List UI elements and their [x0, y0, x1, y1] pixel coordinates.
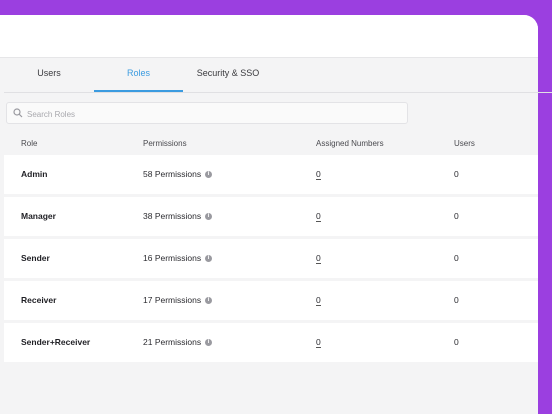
- table-row[interactable]: Manager 38 Permissions i 0 0: [4, 197, 538, 236]
- table-row[interactable]: Receiver 17 Permissions i 0 0: [4, 281, 538, 320]
- permissions-count: 17 Permissions: [143, 295, 202, 305]
- permissions-cell: 21 Permissions i: [143, 323, 213, 362]
- search-box: [6, 102, 408, 125]
- assigned-numbers-cell: 0: [316, 239, 321, 278]
- assigned-numbers-cell: 0: [316, 155, 321, 194]
- search-roles-input[interactable]: [25, 103, 399, 125]
- tab-users[interactable]: Users: [4, 57, 94, 90]
- role-name: Receiver: [21, 295, 57, 305]
- top-bar: [0, 15, 538, 58]
- table-row[interactable]: Sender+Receiver 21 Permissions i 0 0: [4, 323, 538, 362]
- column-header-role: Role: [21, 139, 38, 148]
- permissions-count: 58 Permissions: [143, 169, 202, 179]
- info-icon[interactable]: i: [205, 255, 213, 263]
- info-icon[interactable]: i: [205, 171, 213, 179]
- tab-security-sso[interactable]: Security & SSO: [183, 57, 273, 90]
- assigned-numbers-link[interactable]: 0: [316, 169, 321, 180]
- column-header-assigned-numbers: Assigned Numbers: [316, 139, 384, 148]
- assigned-numbers-link[interactable]: 0: [316, 295, 321, 306]
- tab-bar: Users Roles Security & SSO: [4, 57, 552, 93]
- users-count: 0: [454, 169, 459, 179]
- permissions-cell: 58 Permissions i: [143, 155, 213, 194]
- permissions-count: 38 Permissions: [143, 211, 202, 221]
- users-count: 0: [454, 295, 459, 305]
- role-name: Sender+Receiver: [21, 337, 91, 347]
- table-row[interactable]: Sender 16 Permissions i 0 0: [4, 239, 538, 278]
- permissions-cell: 16 Permissions i: [143, 239, 213, 278]
- role-name: Manager: [21, 211, 56, 221]
- permissions-count: 16 Permissions: [143, 253, 202, 263]
- table-header: Role Permissions Assigned Numbers Users: [0, 133, 538, 155]
- users-count: 0: [454, 211, 459, 221]
- column-header-permissions: Permissions: [143, 139, 187, 148]
- tab-roles[interactable]: Roles: [94, 57, 183, 92]
- info-icon[interactable]: i: [205, 339, 213, 347]
- info-icon[interactable]: i: [205, 213, 213, 221]
- assigned-numbers-cell: 0: [316, 197, 321, 236]
- permissions-count: 21 Permissions: [143, 337, 202, 347]
- info-icon[interactable]: i: [205, 297, 213, 305]
- permissions-cell: 38 Permissions i: [143, 197, 213, 236]
- assigned-numbers-cell: 0: [316, 281, 321, 320]
- assigned-numbers-cell: 0: [316, 323, 321, 362]
- users-count: 0: [454, 253, 459, 263]
- role-name: Admin: [21, 169, 48, 179]
- permissions-cell: 17 Permissions i: [143, 281, 213, 320]
- search-icon: [13, 108, 23, 118]
- assigned-numbers-link[interactable]: 0: [316, 253, 321, 264]
- assigned-numbers-link[interactable]: 0: [316, 211, 321, 222]
- assigned-numbers-link[interactable]: 0: [316, 337, 321, 348]
- table-row[interactable]: Admin 58 Permissions i 0 0: [4, 155, 538, 194]
- column-header-users: Users: [454, 139, 475, 148]
- users-count: 0: [454, 337, 459, 347]
- role-name: Sender: [21, 253, 50, 263]
